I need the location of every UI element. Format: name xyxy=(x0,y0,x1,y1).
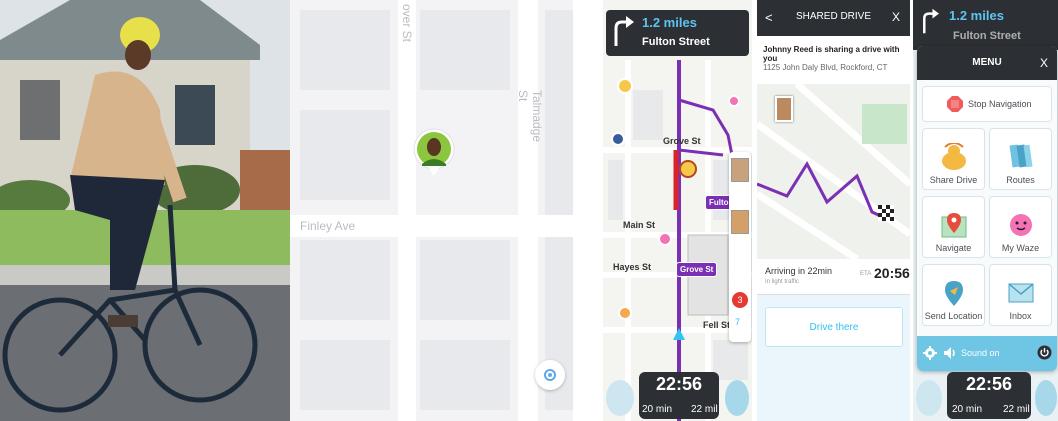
report-button[interactable] xyxy=(916,380,942,416)
friends-count: 7 xyxy=(735,317,741,327)
inbox-label: Inbox xyxy=(1009,311,1032,321)
send-location-label: Send Location xyxy=(924,311,983,321)
route-pill-grove: Grove St xyxy=(676,262,718,277)
friend-avatar-2[interactable] xyxy=(731,210,749,234)
close-button[interactable]: X xyxy=(892,10,900,24)
my-waze-tile[interactable]: My Waze xyxy=(989,196,1052,258)
street-label-finley: Finley Ave xyxy=(300,219,356,233)
arriving-text: Arriving in 22min xyxy=(765,266,833,276)
locate-button[interactable] xyxy=(535,360,565,390)
shared-drive-screen: < SHARED DRIVE X Johnny Reed is sharing … xyxy=(757,0,910,421)
stop-navigation-label: Stop Navigation xyxy=(968,99,1032,109)
menu-pin-button[interactable] xyxy=(1035,380,1057,416)
nav-distance: 1.2 miles xyxy=(642,15,697,30)
menu-header: MENU X xyxy=(917,46,1057,80)
settings-gear-icon[interactable] xyxy=(923,346,937,360)
traffic-text: In light traffic xyxy=(765,279,799,285)
share-map-graphic xyxy=(290,0,573,421)
friend-avatar[interactable] xyxy=(731,158,749,182)
friends-panel[interactable]: 3 7 xyxy=(729,152,751,342)
wazer-small-icon[interactable] xyxy=(728,95,740,107)
menu-screen: 1.2 miles Fulton Street MENU X Stop Navi… xyxy=(913,0,1058,421)
destination-flag-icon xyxy=(878,205,894,221)
nav-street: Fulton Street xyxy=(953,30,1021,42)
navigate-icon xyxy=(941,213,966,238)
menu-title: MENU xyxy=(972,57,1002,68)
locate-icon xyxy=(544,369,556,381)
menu-panel: MENU X Stop Navigation Share Drive Route… xyxy=(917,46,1057,371)
navigate-tile[interactable]: Navigate xyxy=(922,196,985,258)
report-button[interactable] xyxy=(606,380,634,416)
nav-street: Fulton Street xyxy=(642,36,710,48)
stop-navigation-button[interactable]: Stop Navigation xyxy=(922,86,1052,122)
eta-time: 22:56 xyxy=(655,374,703,394)
eta-label: ETA xyxy=(860,271,872,277)
eta-distance: 22 mil xyxy=(691,404,718,415)
power-icon[interactable] xyxy=(1037,345,1052,360)
routes-icon xyxy=(1009,144,1033,168)
eta-time: 22:56 xyxy=(965,374,1013,394)
drive-there-button[interactable]: Drive there xyxy=(765,307,903,347)
inbox-icon xyxy=(1008,283,1033,303)
share-actions-area: Drive there xyxy=(757,295,910,421)
arrival-row: Arriving in 22min In light traffic ETA 2… xyxy=(757,259,910,295)
street-label-fell: Fell St xyxy=(703,320,731,330)
send-location-icon xyxy=(944,281,963,306)
street-label-talmadge: Talmadge St xyxy=(516,90,544,143)
turn-right-icon xyxy=(614,16,634,46)
my-waze-icon xyxy=(1009,214,1032,236)
eta-bar[interactable]: 22:56 20 min 22 mil xyxy=(947,372,1031,419)
eta-distance: 22 mil xyxy=(1003,404,1030,415)
share-text: Johnny Reed is sharing a drive with you xyxy=(763,45,900,63)
share-map: Finley Ave Talmadge St over St xyxy=(290,0,573,421)
turn-right-icon xyxy=(923,8,939,34)
notification-badge: 3 xyxy=(732,292,748,308)
inbox-tile[interactable]: Inbox xyxy=(989,264,1052,326)
sound-label: Sound on xyxy=(961,348,1000,358)
send-location-tile[interactable]: Send Location xyxy=(922,264,985,326)
navigation-screen: 1.2 miles Fulton Street Grove St Main St… xyxy=(603,0,752,421)
hazard-icon[interactable] xyxy=(679,160,697,178)
shared-drive-title: SHARED DRIVE xyxy=(795,11,871,22)
speaker-icon[interactable] xyxy=(943,346,957,360)
cyclist-photo xyxy=(0,0,290,421)
wazer-pink-icon[interactable] xyxy=(658,232,672,246)
street-label-grove: Grove St xyxy=(663,136,701,146)
routes-tile[interactable]: Routes xyxy=(989,128,1052,190)
menu-close-button[interactable]: X xyxy=(1040,56,1048,70)
routes-label: Routes xyxy=(1006,175,1035,185)
wazer-icon[interactable] xyxy=(617,78,633,94)
shared-drive-header: < SHARED DRIVE X xyxy=(757,0,910,36)
share-drive-tile[interactable]: Share Drive xyxy=(922,128,985,190)
my-waze-label: My Waze xyxy=(1001,243,1040,253)
driver-avatar[interactable] xyxy=(775,96,793,122)
street-label-over: over St xyxy=(400,4,414,43)
eta-minutes: 20 min xyxy=(642,404,673,415)
street-label-hayes: Hayes St xyxy=(613,262,652,272)
menu-nav-bar: 1.2 miles Fulton Street xyxy=(913,0,1058,50)
eta-bar[interactable]: 22:56 20 min 22 mil xyxy=(639,372,719,419)
share-address: 1125 John Daly Blvd, Rockford, CT xyxy=(763,63,888,72)
police-icon[interactable] xyxy=(611,132,625,146)
nav-instruction-bar[interactable]: 1.2 miles Fulton Street xyxy=(606,10,749,56)
user-pin-icon xyxy=(413,128,455,176)
eta-time-shared: 20:56 xyxy=(874,265,910,281)
wazer-orange-icon[interactable] xyxy=(618,306,632,320)
share-drive-label: Share Drive xyxy=(929,175,978,185)
navigate-label: Navigate xyxy=(935,243,972,253)
nav-distance: 1.2 miles xyxy=(949,8,1004,23)
share-drive-icon xyxy=(941,143,966,170)
menu-pin-button[interactable] xyxy=(725,380,749,416)
stop-icon xyxy=(947,96,963,112)
cyclist-photo-graphic xyxy=(0,0,290,421)
menu-footer: Sound on xyxy=(917,336,1057,371)
street-label-main: Main St xyxy=(623,220,656,230)
eta-minutes: 20 min xyxy=(952,404,983,415)
user-pin[interactable] xyxy=(413,128,455,180)
